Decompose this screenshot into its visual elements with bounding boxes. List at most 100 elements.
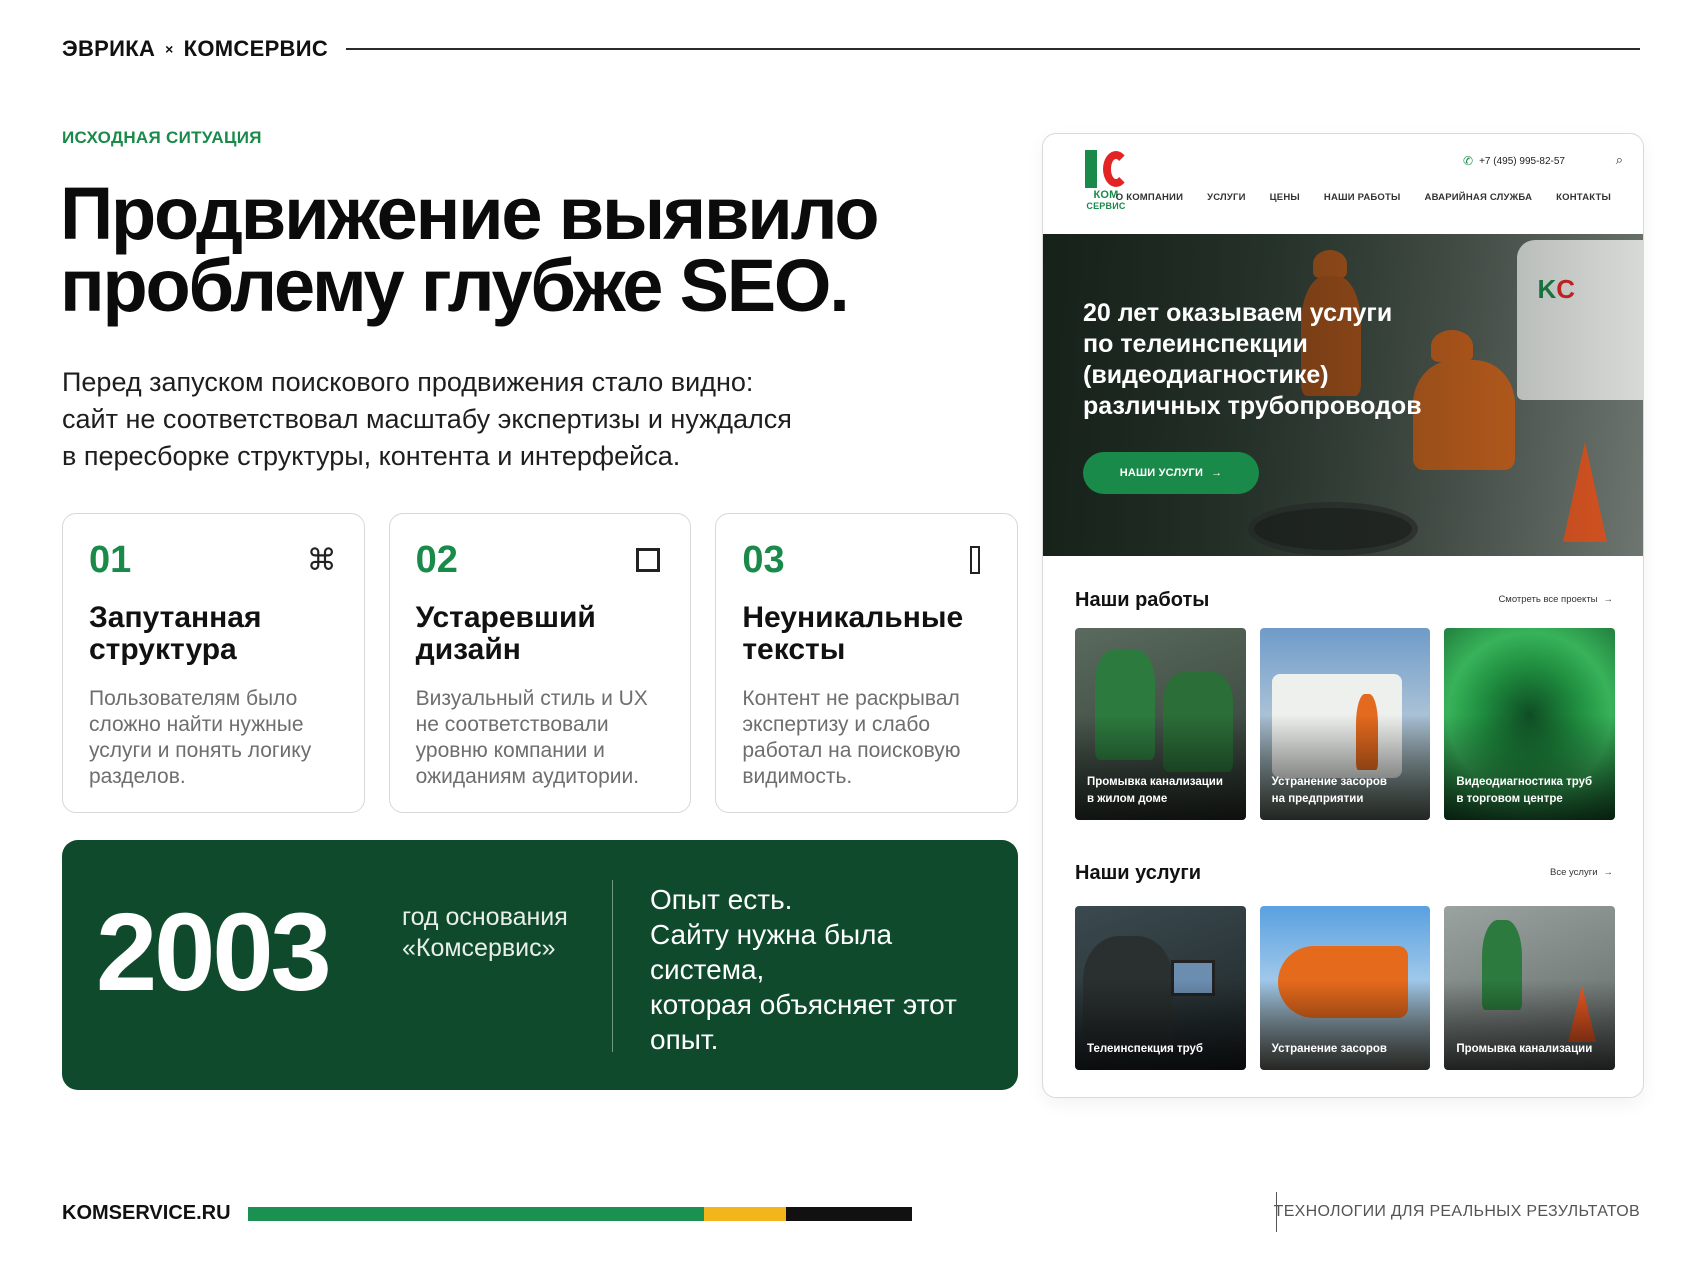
work-tile[interactable]: Видеодиагностика труб в торговом центре [1444,628,1616,820]
founding-year-label: год основания «Комсервис» [402,902,602,964]
footer-site-link[interactable]: KOMSERVICE.RU [62,1202,231,1225]
service-tile[interactable]: Телеинспекция труб [1075,906,1246,1070]
caption-line: на предприятии [1271,793,1364,805]
nav-item-company[interactable]: О КОМПАНИИ [1116,192,1183,203]
card-text: Пользователям было сложно найти нужные у… [89,687,312,788]
card-title-line: Неуникальные [742,601,964,634]
site-phone[interactable]: ✆ +7 (495) 995-82-57 [1463,154,1565,168]
lead-line: сайт не соответствовал масштабу эксперти… [62,404,792,434]
service-tile[interactable]: Промывка канализации [1444,906,1616,1070]
all-projects-link[interactable]: Смотреть все проекты → [1498,594,1613,605]
hero-title-line: 20 лет оказываем услуги [1083,299,1393,327]
headline-line: проблему глубже SEO. [60,244,850,327]
service-tile[interactable]: Устранение засоров [1259,906,1431,1070]
caption-line: Промывка канализации [1087,776,1223,788]
card-number: 02 [415,539,458,581]
work-tile[interactable]: Устранение засоров на предприятии [1259,628,1431,820]
color-bar-segment [248,1207,704,1221]
hero-title: 20 лет оказываем услуги по телеинспекции… [1083,298,1463,422]
hero-title-line: (видеодиагностике) [1083,361,1329,389]
card-title-line: Запутанная [89,601,262,634]
problem-card-design: 02 Устаревший дизайн Визуальный стиль и … [388,513,692,813]
tile-caption: Устранение засоров на предприятии [1272,774,1421,808]
section-eyebrow: ИСХОДНАЯ СИТУАЦИЯ [62,128,262,147]
quote-line: опыт. [650,1024,719,1055]
tile-caption: Промывка канализации в жилом доме [1087,774,1236,808]
logo-mark-icon [1083,150,1129,190]
problem-card-texts: 03 Неуникальные тексты Контент не раскры… [715,513,1019,813]
nav-item-prices[interactable]: ЦЕНЫ [1270,192,1300,203]
brand-lockup: ЭВРИКА × КОМСЕРВИС [62,36,328,62]
phone-number: +7 (495) 995-82-57 [1479,155,1565,167]
services-grid: Телеинспекция труб Устранение засоров Пр… [1075,906,1616,1070]
brand-komservis: КОМСЕРВИС [183,36,329,61]
site-nav: О КОМПАНИИ УСЛУГИ ЦЕНЫ НАШИ РАБОТЫ АВАРИ… [1116,192,1611,203]
hero-banner: KC 20 лет оказываем услуги по телеинспек… [1043,234,1643,556]
search-icon[interactable]: ⌕ [1616,152,1623,168]
lead-line: в пересборке структуры, контента и интер… [62,441,681,471]
card-title: Неуникальные тексты [742,602,993,666]
card-number: 01 [89,539,132,581]
stat-label-line: «Комсервис» [402,934,556,962]
caption-line: Устранение засоров [1271,776,1387,788]
quote-line: система, [650,954,765,985]
card-text: Визуальный стиль и UX не соответствовали… [415,687,648,788]
command-icon: ⌘ [306,542,337,578]
quote-line: Сайту нужна была [650,919,893,950]
footer-tagline: ТЕХНОЛОГИИ ДЛЯ РЕАЛЬНЫХ РЕЗУЛЬТАТОВ [1273,1203,1640,1220]
button-label: НАШИ УСЛУГИ [1119,467,1204,479]
card-title-line: тексты [742,633,846,666]
brand-separator: × [165,41,174,57]
nav-item-contacts[interactable]: КОНТАКТЫ [1556,192,1611,203]
headline-line: Продвижение выявило [60,172,880,255]
color-bar-segment [785,1207,912,1221]
square-icon [632,544,664,576]
problem-card-structure: 01 ⌘ Запутанная структура Пользователям … [62,513,365,813]
card-number: 03 [742,539,785,581]
card-text: Контент не раскрывал экспертизу и слабо … [742,687,961,788]
top-header: ЭВРИКА × КОМСЕРВИС [62,34,1640,64]
bar-icon [959,544,991,576]
our-services-button[interactable]: НАШИ УСЛУГИ → [1083,452,1259,494]
problem-cards: 01 ⌘ Запутанная структура Пользователям … [62,513,1019,813]
tile-caption: Промывка канализации [1456,1043,1593,1055]
tile-caption: Устранение засоров [1271,1043,1387,1055]
works-grid: Промывка канализации в жилом доме Устран… [1075,628,1616,820]
tile-caption: Видеодиагностика труб в торговом центре [1456,774,1605,808]
brand-color-bar [248,1207,912,1221]
color-bar-segment [703,1207,786,1221]
services-section-title: Наши услуги [1075,862,1202,884]
work-tile[interactable]: Промывка канализации в жилом доме [1075,628,1246,820]
stat-divider [612,880,613,1052]
lead-line: Перед запуском поискового продвижения ст… [62,367,754,397]
card-title-line: структура [89,633,237,666]
founding-year: 2003 [96,891,332,1014]
page-title: Продвижение выявило проблему глубже SEO. [60,172,1020,327]
header-divider [346,48,1640,50]
phone-icon: ✆ [1463,154,1474,168]
quote-line: которая объясняет этот [650,989,957,1020]
all-services-link[interactable]: Все услуги → [1550,867,1613,878]
caption-line: Видеодиагностика труб [1456,776,1593,788]
nav-item-services[interactable]: УСЛУГИ [1207,192,1246,203]
hero-title-line: по телеинспекции [1083,330,1308,358]
link-label: Все услуги [1550,867,1598,878]
lead-paragraph: Перед запуском поискового продвижения ст… [62,364,922,475]
caption-line: в торговом центре [1456,793,1563,805]
stat-label-line: год основания [402,903,568,931]
card-title-line: дизайн [415,633,521,666]
brand-evrika: ЭВРИКА [62,36,156,61]
nav-item-works[interactable]: НАШИ РАБОТЫ [1324,192,1401,203]
arrow-right-icon: → [1603,867,1614,878]
nav-item-emergency[interactable]: АВАРИЙНАЯ СЛУЖБА [1425,192,1533,203]
card-title: Запутанная структура [89,602,340,666]
caption-line: в жилом доме [1087,793,1168,805]
founding-stat-block: 2003 год основания «Комсервис» Опыт есть… [62,840,1018,1090]
website-mockup: КОМ СЕРВИС ✆ +7 (495) 995-82-57 ⌕ О КОМП… [1042,133,1644,1098]
arrow-right-icon: → [1603,594,1614,605]
hero-title-line: различных трубопроводов [1083,392,1422,420]
stat-quote: Опыт есть. Сайту нужна была система, кот… [650,882,1000,1057]
link-label: Смотреть все проекты [1498,594,1598,605]
card-title: Устаревший дизайн [416,602,667,666]
card-title-line: Устаревший [415,601,596,634]
